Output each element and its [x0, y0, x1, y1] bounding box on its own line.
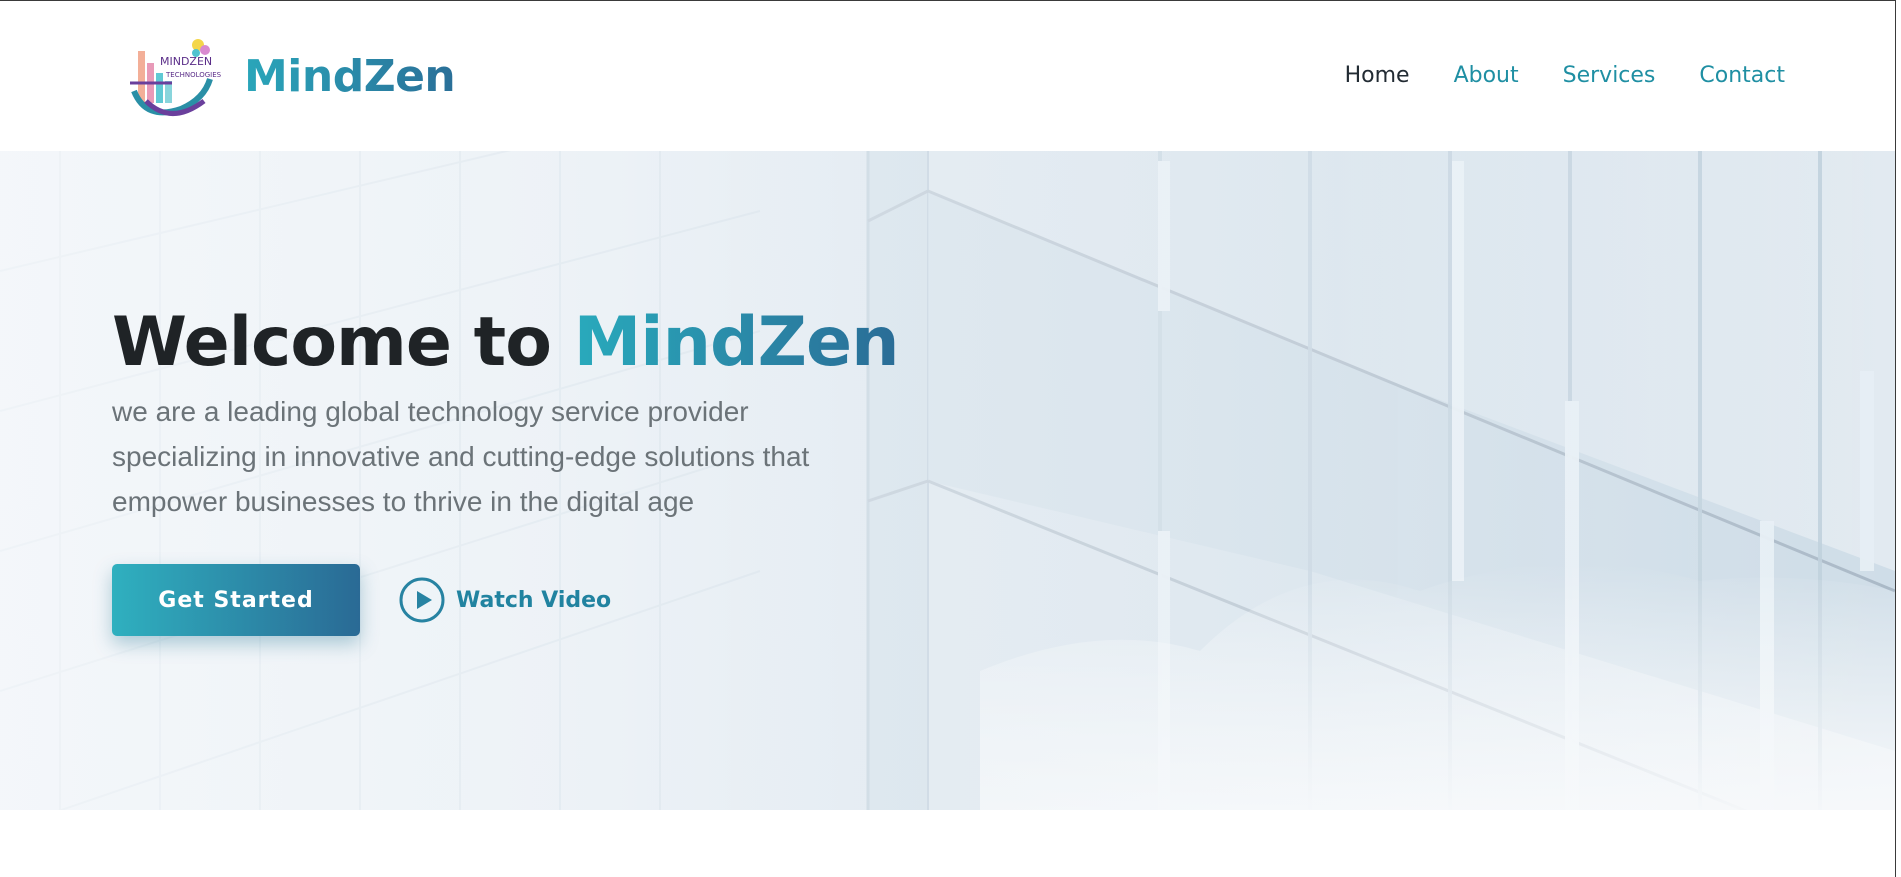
logo-text-line1: MINDZEN: [160, 55, 212, 68]
nav-services[interactable]: Services: [1563, 56, 1656, 96]
hero-section: Welcome to MindZen we are a leading glob…: [0, 151, 1895, 810]
hero-content: Welcome to MindZen we are a leading glob…: [112, 301, 1012, 636]
hero-actions: Get Started Watch Video: [112, 564, 1012, 636]
main-nav: Home About Services Contact: [1345, 56, 1785, 96]
nav-home[interactable]: Home: [1345, 56, 1410, 96]
watch-video-label[interactable]: Watch Video: [456, 588, 611, 613]
hero-title-prefix: Welcome to: [112, 303, 574, 382]
logo-text-line2: TECHNOLOGIES: [165, 71, 222, 79]
nav-about[interactable]: About: [1454, 56, 1519, 96]
brand-name[interactable]: MindZen: [244, 51, 456, 102]
hero-subtitle: we are a leading global technology servi…: [112, 396, 810, 517]
mindzen-logo-icon: MINDZEN TECHNOLOGIES: [126, 31, 226, 121]
site-header: MINDZEN TECHNOLOGIES MindZen Home About …: [0, 1, 1895, 151]
get-started-button[interactable]: Get Started: [112, 564, 360, 636]
nav-contact[interactable]: Contact: [1699, 56, 1785, 96]
watch-video-link[interactable]: Watch Video: [398, 576, 611, 624]
hero-title: Welcome to MindZen: [112, 301, 1012, 385]
play-circle-icon[interactable]: [398, 576, 446, 624]
hero-title-accent: MindZen: [573, 303, 900, 382]
brand[interactable]: MINDZEN TECHNOLOGIES MindZen: [126, 31, 456, 121]
window-right-edge: [1895, 0, 1901, 877]
